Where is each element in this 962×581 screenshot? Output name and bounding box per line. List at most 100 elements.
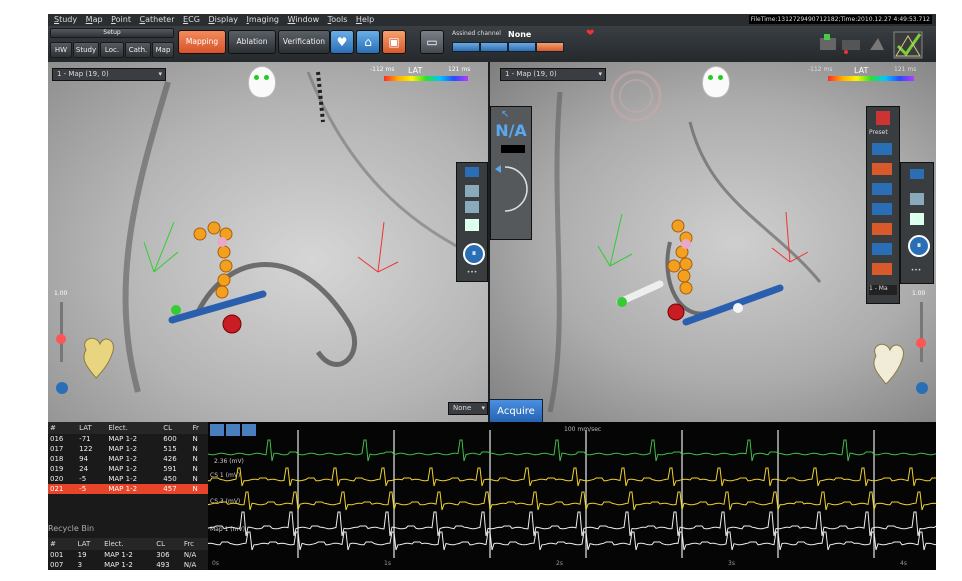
preset-btn-1[interactable] <box>872 143 892 155</box>
col-lat[interactable]: LAT <box>75 538 103 550</box>
menu-map[interactable]: Map <box>86 14 103 26</box>
left-view-select[interactable]: None ▾ <box>448 402 488 415</box>
preset-label: Preset <box>869 129 888 136</box>
table-row[interactable]: 017 122 MAP 1-2 515 N <box>48 444 208 454</box>
menu-window[interactable]: Window <box>288 14 320 26</box>
menu-point[interactable]: Point <box>111 14 131 26</box>
col-fr[interactable]: Fr <box>190 422 208 434</box>
bell-icon[interactable]: ⌂ <box>356 30 380 54</box>
left-zoom-value: 1.00 <box>54 290 68 297</box>
col-cl[interactable]: CL <box>154 538 182 550</box>
ablation-catheter <box>168 290 267 324</box>
table-row-selected[interactable]: 021 -5 MAP 1-2 457 N <box>48 484 208 494</box>
menu-ecg[interactable]: ECG <box>183 14 200 26</box>
col-elect[interactable]: Elect. <box>102 538 155 550</box>
monitor-icon[interactable]: ▭ <box>420 30 444 54</box>
record-icon[interactable]: ▣ <box>382 30 406 54</box>
panel-icon-2[interactable] <box>465 185 479 197</box>
right-zoom-thumb[interactable] <box>916 338 926 348</box>
preset-icon[interactable] <box>876 111 890 125</box>
col-number[interactable]: # <box>48 422 78 434</box>
panel-icon-2[interactable] <box>910 193 924 205</box>
tab-ablation[interactable]: Ablation <box>228 30 276 54</box>
cart-status-icon <box>842 40 860 54</box>
left-fluoro-view[interactable]: 1 - Map (19, 0) ▾ -112 ms LAT 121 ms 1.0… <box>48 62 488 422</box>
cell-id: 019 <box>50 465 64 473</box>
panel-icon-3[interactable] <box>465 201 479 213</box>
panel-icon-1[interactable] <box>910 169 924 179</box>
preset-btn-7[interactable] <box>872 263 892 275</box>
ecg-trace-3 <box>208 491 936 511</box>
setup-study-button[interactable]: Study <box>73 42 99 58</box>
cell-lat: -5 <box>77 484 107 494</box>
channel-chip-4[interactable] <box>536 42 564 52</box>
ecg-time-axis: 0s 1s 2s 3s 4s <box>208 560 936 570</box>
setup-map-button[interactable]: Map <box>152 42 174 58</box>
right-rotate-icon[interactable] <box>916 382 928 394</box>
status-icons <box>820 31 923 59</box>
cell-fr: N <box>192 455 198 463</box>
col-elect[interactable]: Elect. <box>106 422 162 434</box>
preset-btn-6[interactable] <box>872 243 892 255</box>
tab-verification[interactable]: Verification <box>278 30 330 54</box>
cell-cl: 591 <box>163 465 177 473</box>
col-cl[interactable]: CL <box>161 422 191 434</box>
table-row[interactable]: 018 94 MAP 1-2 426 N <box>48 454 208 464</box>
menu-tools[interactable]: Tools <box>328 14 348 26</box>
pause-icon[interactable]: ⏸ <box>463 243 485 265</box>
table-row[interactable]: 019 24 MAP 1-2 591 N <box>48 464 208 474</box>
left-zoom-slider[interactable] <box>60 302 63 362</box>
left-zoom-thumb[interactable] <box>56 334 66 344</box>
menu-catheter[interactable]: Catheter <box>140 14 175 26</box>
pause-icon[interactable]: ⏸ <box>908 235 930 257</box>
menu-imaging[interactable]: Imaging <box>247 14 280 26</box>
assigned-channel: Assined channel None <box>452 30 592 54</box>
table-row[interactable]: 016 -71 MAP 1-2 600 N <box>48 434 208 444</box>
right-fluoro-view[interactable]: 1 - Map (19, 0) ▾ -112 ms LAT 121 ms ↖ N… <box>490 62 936 422</box>
col-fr[interactable]: Frc <box>181 538 208 550</box>
app-window: Study Map Point Catheter ECG Display Ima… <box>48 14 936 570</box>
table-row[interactable]: 001 19 MAP 1-2 306 N/A <box>48 550 208 560</box>
right-zoom-slider[interactable] <box>920 302 923 362</box>
table-row[interactable]: 020 -5 MAP 1-2 450 N <box>48 474 208 484</box>
preset-btn-4[interactable] <box>872 203 892 215</box>
acquire-button[interactable]: Acquire <box>489 399 543 424</box>
menu-help[interactable]: Help <box>356 14 374 26</box>
panel-icon-1[interactable] <box>465 167 479 177</box>
setup-hw-button[interactable]: HW <box>50 42 72 58</box>
col-number[interactable]: # <box>48 538 76 550</box>
ecg-panel[interactable]: 100 mm/sec 2.36 (mV) CS 1 (mV) CS 3 (mV)… <box>208 422 936 570</box>
time-tick: 3s <box>728 560 735 567</box>
panel-icon-4[interactable] <box>465 219 479 231</box>
cell-lat: -71 <box>79 435 91 443</box>
channel-chip-3[interactable] <box>508 42 536 52</box>
preset-btn-3[interactable] <box>872 183 892 195</box>
left-rotate-icon[interactable] <box>56 382 68 394</box>
preset-btn-5[interactable] <box>872 223 892 235</box>
cell-elect: MAP 1-2 <box>104 561 133 569</box>
more-icon[interactable]: ••• <box>461 269 483 277</box>
preset-btn-2[interactable] <box>872 163 892 175</box>
table-row[interactable]: 007 3 MAP 1-2 493 N/A <box>48 560 208 570</box>
time-tick: 4s <box>900 560 907 567</box>
time-tick: 0s <box>212 560 219 567</box>
tab-mapping[interactable]: Mapping <box>178 30 226 54</box>
menu-study[interactable]: Study <box>54 14 77 26</box>
catheter-tip <box>617 297 627 307</box>
left-axis-red <box>357 221 399 273</box>
more-icon[interactable]: ••• <box>905 267 927 275</box>
right-tool-panel: ⏸ ••• <box>900 162 934 284</box>
panel-icon-3[interactable] <box>910 213 924 225</box>
setup-loc-button[interactable]: Loc. <box>100 42 124 58</box>
left-tool-panel: ⏸ ••• <box>456 162 488 282</box>
menu-display[interactable]: Display <box>208 14 238 26</box>
channel-chip-1[interactable] <box>452 42 480 52</box>
heart-view-icon[interactable]: ♥ <box>330 30 354 54</box>
toolbar: Setup HW Study Loc. Cath. Map Mapping Ab… <box>48 26 936 62</box>
preset-bottom-select[interactable]: 1 - Ma <box>869 285 897 295</box>
col-lat[interactable]: LAT <box>77 422 107 434</box>
check-status-icon <box>893 31 923 59</box>
cell-lat: 3 <box>77 561 83 569</box>
channel-chip-2[interactable] <box>480 42 508 52</box>
setup-cath-button[interactable]: Cath. <box>125 42 151 58</box>
